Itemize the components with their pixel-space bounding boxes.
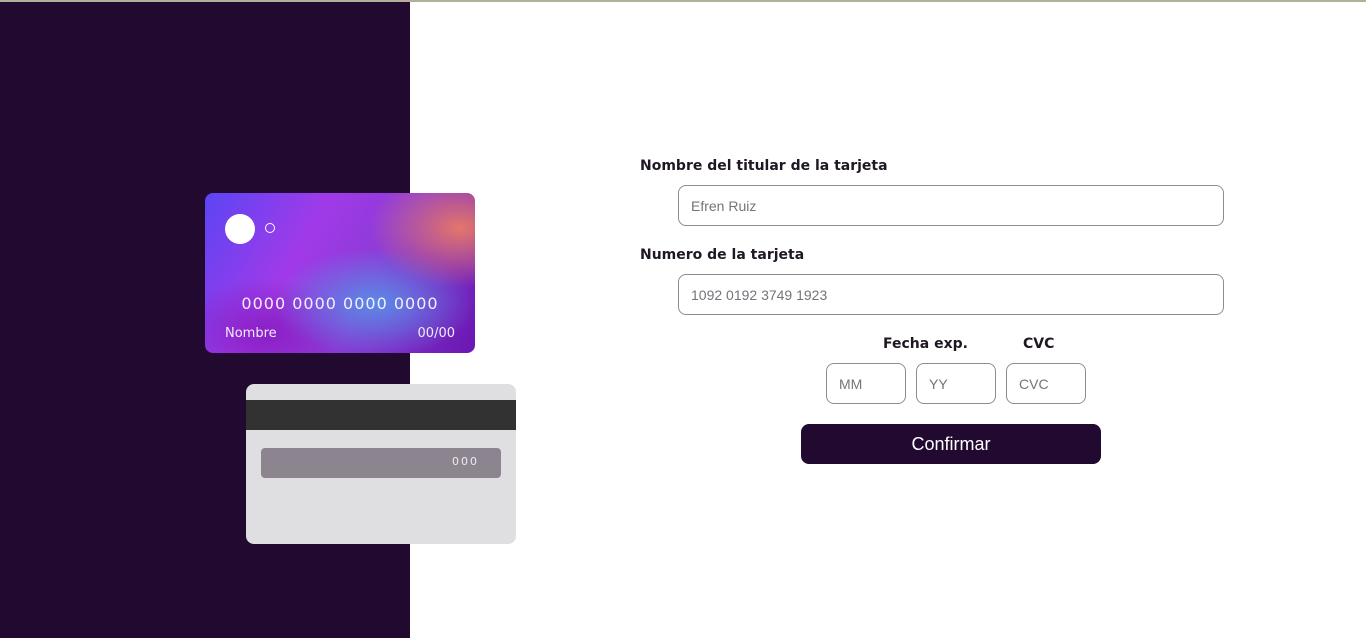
cvc-input[interactable] (1006, 363, 1086, 404)
card-number-input[interactable] (678, 274, 1224, 315)
expiry-date-label: Fecha exp. (883, 336, 968, 352)
card-number-display: 0000 0000 0000 0000 (241, 294, 439, 313)
holder-name-label: Nombre del titular de la tarjeta (640, 158, 888, 174)
card-logo-ring-icon (265, 223, 275, 233)
signature-strip: 000 (261, 448, 501, 478)
card-front: 0000 0000 0000 0000 Nombre 00/00 (205, 193, 475, 353)
card-cvc-display: 000 (452, 455, 479, 468)
card-logo-circle-icon (225, 214, 255, 244)
card-holder-display: Nombre (225, 326, 277, 341)
magnetic-stripe (246, 400, 516, 430)
confirm-button[interactable]: Confirmar (801, 424, 1101, 464)
cvc-label: CVC (1023, 336, 1055, 352)
holder-name-input[interactable] (678, 185, 1224, 226)
card-expiry-display: 00/00 (417, 326, 455, 341)
card-back: 000 (246, 384, 516, 544)
expiry-month-input[interactable] (826, 363, 906, 404)
card-number-label: Numero de la tarjeta (640, 247, 805, 263)
expiry-year-input[interactable] (916, 363, 996, 404)
